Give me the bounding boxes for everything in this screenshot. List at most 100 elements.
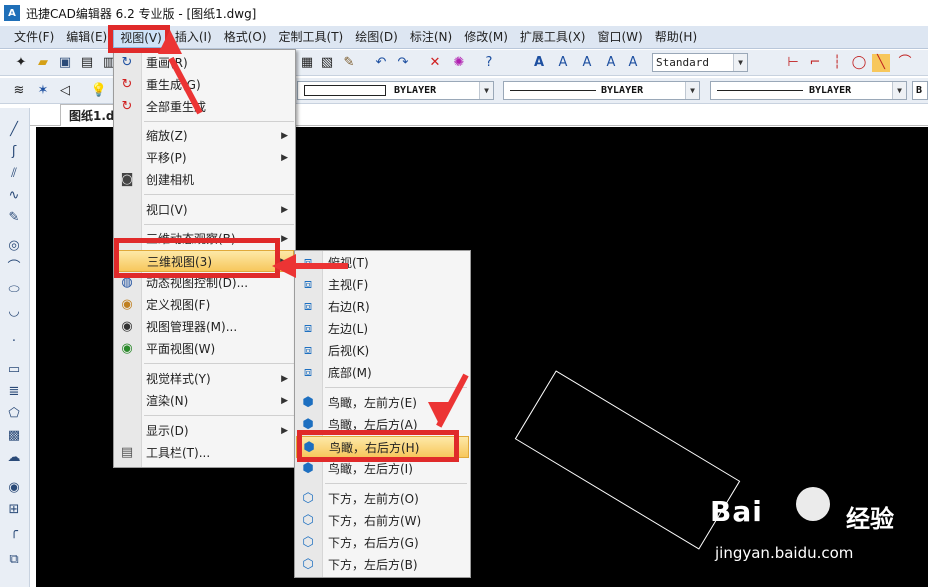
open-folder-icon[interactable]: ▰ xyxy=(34,54,52,72)
menu-item-regen-all[interactable]: ↻ 全部重生成 xyxy=(115,96,294,118)
rectangle-icon[interactable]: ▭ xyxy=(6,362,22,378)
match-properties-icon[interactable]: ✎ xyxy=(340,54,358,72)
menu-window[interactable]: 窗口(W) xyxy=(592,27,649,48)
chevron-down-icon[interactable]: ▼ xyxy=(733,54,747,71)
dim-radius-icon[interactable]: ◯ xyxy=(850,54,868,72)
menu-item-view-manager[interactable]: ◉ 视图管理器(M)... xyxy=(115,316,294,338)
lightbulb-icon[interactable]: 💡 xyxy=(90,82,108,100)
color-combo[interactable]: BYLAYER ▼ xyxy=(297,81,494,100)
menu-item-redraw[interactable]: ↻ 重画(R) xyxy=(115,52,294,74)
menu-item-below-ne[interactable]: ⬡ 下方，右后方(G) xyxy=(296,532,469,554)
regen-icon: ↻ xyxy=(121,77,133,92)
dim-ordinate-icon[interactable]: ┆ xyxy=(828,54,846,72)
paste-icon[interactable]: ▦ xyxy=(298,54,316,72)
find-text-icon[interactable]: A xyxy=(624,54,642,72)
menu-item-render[interactable]: 渲染(N) ▶ xyxy=(115,390,294,412)
dim-angular-icon[interactable]: ⌒ xyxy=(896,54,914,72)
dim-aligned-icon[interactable]: ⌐ xyxy=(806,54,824,72)
menu-item-bottom-view[interactable]: ⧈ 底部(M) xyxy=(296,362,469,384)
submenu-arrow-icon: ▶ xyxy=(281,205,288,215)
layer-icon[interactable]: ≋ xyxy=(10,82,28,100)
menu-dimension[interactable]: 标注(N) xyxy=(404,27,458,48)
menu-item-front-view[interactable]: ⧈ 主视(F) xyxy=(296,274,469,296)
new-file-icon[interactable]: ✦ xyxy=(12,54,30,72)
iso-cube-below-icon: ⬡ xyxy=(302,557,314,572)
help-icon[interactable]: ? xyxy=(480,54,498,72)
menu-item-display[interactable]: 显示(D) ▶ xyxy=(115,420,294,442)
redo-icon[interactable]: ↷ xyxy=(394,54,412,72)
menu-item-left-view[interactable]: ⧈ 左边(L) xyxy=(296,318,469,340)
fillet-icon[interactable]: ╭ xyxy=(6,524,22,540)
polygon-icon[interactable]: ⬠ xyxy=(6,406,22,422)
hatch-icon[interactable]: ≣ xyxy=(6,384,22,400)
print-icon[interactable]: ▤ xyxy=(78,54,96,72)
dim-diameter-icon[interactable]: ╲ xyxy=(872,54,890,72)
arrowhead-left-icon xyxy=(272,254,296,278)
text-style-icon[interactable]: A xyxy=(578,54,596,72)
paste-special-icon[interactable]: ▧ xyxy=(318,54,336,72)
menu-item-toolbars[interactable]: ▤ 工具栏(T)... xyxy=(115,442,294,464)
menu-item-below-sw[interactable]: ⬡ 下方，左前方(O) xyxy=(296,488,469,510)
camera-icon: ◙ xyxy=(120,172,134,187)
menu-modify[interactable]: 修改(M) xyxy=(458,27,514,48)
spline-icon[interactable]: ∿ xyxy=(6,188,22,204)
regen-all-icon: ↻ xyxy=(121,99,133,114)
menu-format[interactable]: 格式(O) xyxy=(218,27,273,48)
chevron-down-icon[interactable]: ▼ xyxy=(685,82,699,99)
region-icon[interactable]: ▩ xyxy=(6,428,22,444)
menu-edit[interactable]: 编辑(E) xyxy=(60,27,113,48)
layer-state-icon[interactable]: ✶ xyxy=(34,82,52,100)
undo-icon[interactable]: ↶ xyxy=(372,54,390,72)
layer-previous-icon[interactable]: ◁ xyxy=(56,82,74,100)
menu-item-right-view[interactable]: ⧈ 右边(R) xyxy=(296,296,469,318)
menu-item-below-se[interactable]: ⬡ 下方，右前方(W) xyxy=(296,510,469,532)
sketch-icon[interactable]: ✎ xyxy=(6,210,22,226)
menu-custom-tools[interactable]: 定制工具(T) xyxy=(273,27,350,48)
circle-icon[interactable]: ◎ xyxy=(6,238,22,254)
edit-text-icon[interactable]: A xyxy=(602,54,620,72)
menu-item-zoom[interactable]: 缩放(Z) ▶ xyxy=(115,125,294,147)
menu-item-back-view[interactable]: ⧈ 后视(K) xyxy=(296,340,469,362)
donut-icon[interactable]: ◉ xyxy=(6,480,22,496)
menu-item-below-nw[interactable]: ⬡ 下方，左后方(B) xyxy=(296,554,469,576)
menu-file[interactable]: 文件(F) xyxy=(8,27,60,48)
cad-app-icon: A xyxy=(4,5,20,21)
point-icon[interactable]: · xyxy=(6,334,22,350)
iso-cube-icon: ⬢ xyxy=(302,395,314,410)
menu-item-visual-styles[interactable]: 视觉样式(Y) ▶ xyxy=(115,368,294,390)
table-icon[interactable]: ⊞ xyxy=(6,502,22,518)
menu-item-pan[interactable]: 平移(P) ▶ xyxy=(115,147,294,169)
explode-icon[interactable]: ✺ xyxy=(450,54,468,72)
delete-icon[interactable]: ✕ xyxy=(426,54,444,72)
plot-style-combo[interactable]: B xyxy=(912,81,928,100)
menu-draw[interactable]: 绘图(D) xyxy=(349,27,404,48)
block-icon[interactable]: ⧉ xyxy=(6,552,22,568)
lineweight-combo[interactable]: BYLAYER ▼ xyxy=(710,81,907,100)
menu-item-create-camera[interactable]: ◙ 创建相机 xyxy=(115,169,294,191)
window-title: 迅捷CAD编辑器 6.2 专业版 - [图纸1.dwg] xyxy=(26,6,257,21)
menu-item-viewports[interactable]: 视口(V) ▶ xyxy=(115,199,294,221)
text-style-combo[interactable]: Standard ▼ xyxy=(652,53,748,72)
linetype-combo[interactable]: BYLAYER ▼ xyxy=(503,81,700,100)
menu-extended-tools[interactable]: 扩展工具(X) xyxy=(514,27,592,48)
cloud-icon[interactable]: ☁ xyxy=(6,450,22,466)
save-icon[interactable]: ▣ xyxy=(56,54,74,72)
polyline-icon[interactable]: ʃ xyxy=(6,144,22,160)
menu-item-regen[interactable]: ↻ 重生成(G) xyxy=(115,74,294,96)
line-icon[interactable]: ╱ xyxy=(6,122,22,138)
menu-item-define-view[interactable]: ◉ 定义视图(F) xyxy=(115,294,294,316)
arc-icon[interactable]: ⌒ xyxy=(6,260,22,276)
ellipse-icon[interactable]: ⬭ xyxy=(6,282,22,298)
text-icon[interactable]: A xyxy=(530,54,548,72)
submenu-arrow-icon: ▶ xyxy=(281,396,288,406)
chevron-down-icon[interactable]: ▼ xyxy=(892,82,906,99)
mtext-icon[interactable]: A xyxy=(554,54,572,72)
menu-help[interactable]: 帮助(H) xyxy=(649,27,703,48)
xline-icon[interactable]: ⫽ xyxy=(6,166,22,182)
dim-linear-icon[interactable]: ⊢ xyxy=(784,54,802,72)
menu-item-plan-view[interactable]: ◉ 平面视图(W) xyxy=(115,338,294,360)
chevron-down-icon[interactable]: ▼ xyxy=(479,82,493,99)
ellipse-arc-icon[interactable]: ◡ xyxy=(6,304,22,320)
cube-back-icon: ⧈ xyxy=(303,343,313,358)
define-view-icon: ◉ xyxy=(121,297,133,312)
